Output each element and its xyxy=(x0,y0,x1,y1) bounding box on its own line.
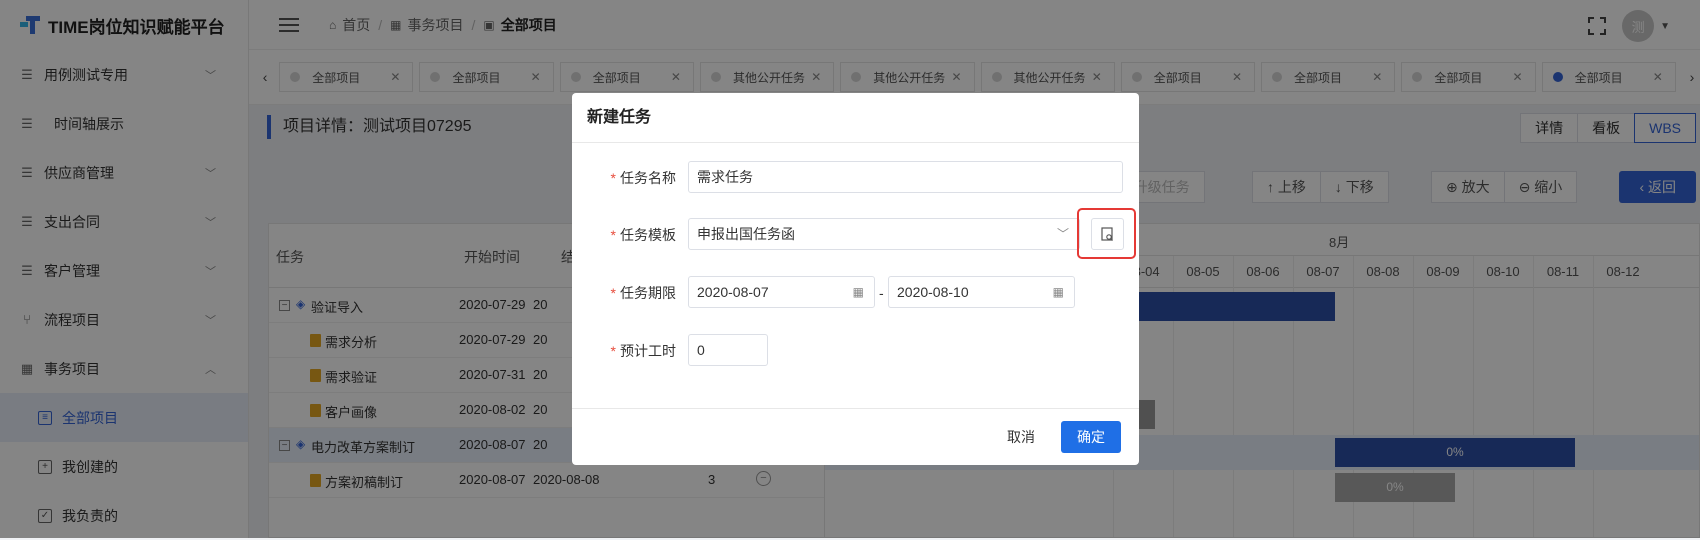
task-template-select[interactable]: 申报出国任务函 ﹀ xyxy=(688,218,1080,250)
chevron-down-icon: ﹀ xyxy=(1056,227,1069,241)
field-label: * 任务模板 xyxy=(572,218,676,252)
dialog-title: 新建任务 xyxy=(572,93,1139,143)
field-estimated-hours: * 预计工时 0 xyxy=(572,334,1139,368)
date-range-separator: - xyxy=(879,285,884,301)
task-template-label: 任务模板 xyxy=(620,227,676,243)
required-mark: * xyxy=(610,227,616,243)
required-mark: * xyxy=(610,285,616,301)
task-name-label: 任务名称 xyxy=(620,170,676,186)
estimated-hours-label: 预计工时 xyxy=(620,343,676,359)
highlight-box xyxy=(1077,208,1136,259)
new-task-dialog: 新建任务 * 任务名称 需求任务 * 任务模板 申报出国任务函 ﹀ * 任务期限 20… xyxy=(572,93,1139,465)
end-date-value: 2020-08-10 xyxy=(897,284,969,300)
start-date-value: 2020-08-07 xyxy=(697,284,769,300)
end-date-input[interactable]: 2020-08-10 ▦ xyxy=(888,276,1075,308)
task-period-label: 任务期限 xyxy=(620,285,676,301)
dialog-footer: 取消 确定 xyxy=(572,408,1139,465)
field-label: * 任务名称 xyxy=(572,161,676,195)
calendar-icon: ▦ xyxy=(1052,285,1064,299)
field-label: * 任务期限 xyxy=(572,276,676,310)
field-task-name: * 任务名称 需求任务 xyxy=(572,161,1139,195)
cancel-button[interactable]: 取消 xyxy=(995,421,1047,453)
start-date-input[interactable]: 2020-08-07 ▦ xyxy=(688,276,875,308)
field-label: * 预计工时 xyxy=(572,334,676,368)
calendar-icon: ▦ xyxy=(852,285,864,299)
field-task-period: * 任务期限 2020-08-07 ▦ - 2020-08-10 ▦ xyxy=(572,276,1139,310)
confirm-button[interactable]: 确定 xyxy=(1061,421,1121,453)
required-mark: * xyxy=(610,170,616,186)
field-task-template: * 任务模板 申报出国任务函 ﹀ xyxy=(572,208,1139,259)
estimated-hours-input[interactable]: 0 xyxy=(688,334,768,366)
required-mark: * xyxy=(610,343,616,359)
task-name-input[interactable]: 需求任务 xyxy=(688,161,1123,193)
task-template-value: 申报出国任务函 xyxy=(697,226,795,242)
